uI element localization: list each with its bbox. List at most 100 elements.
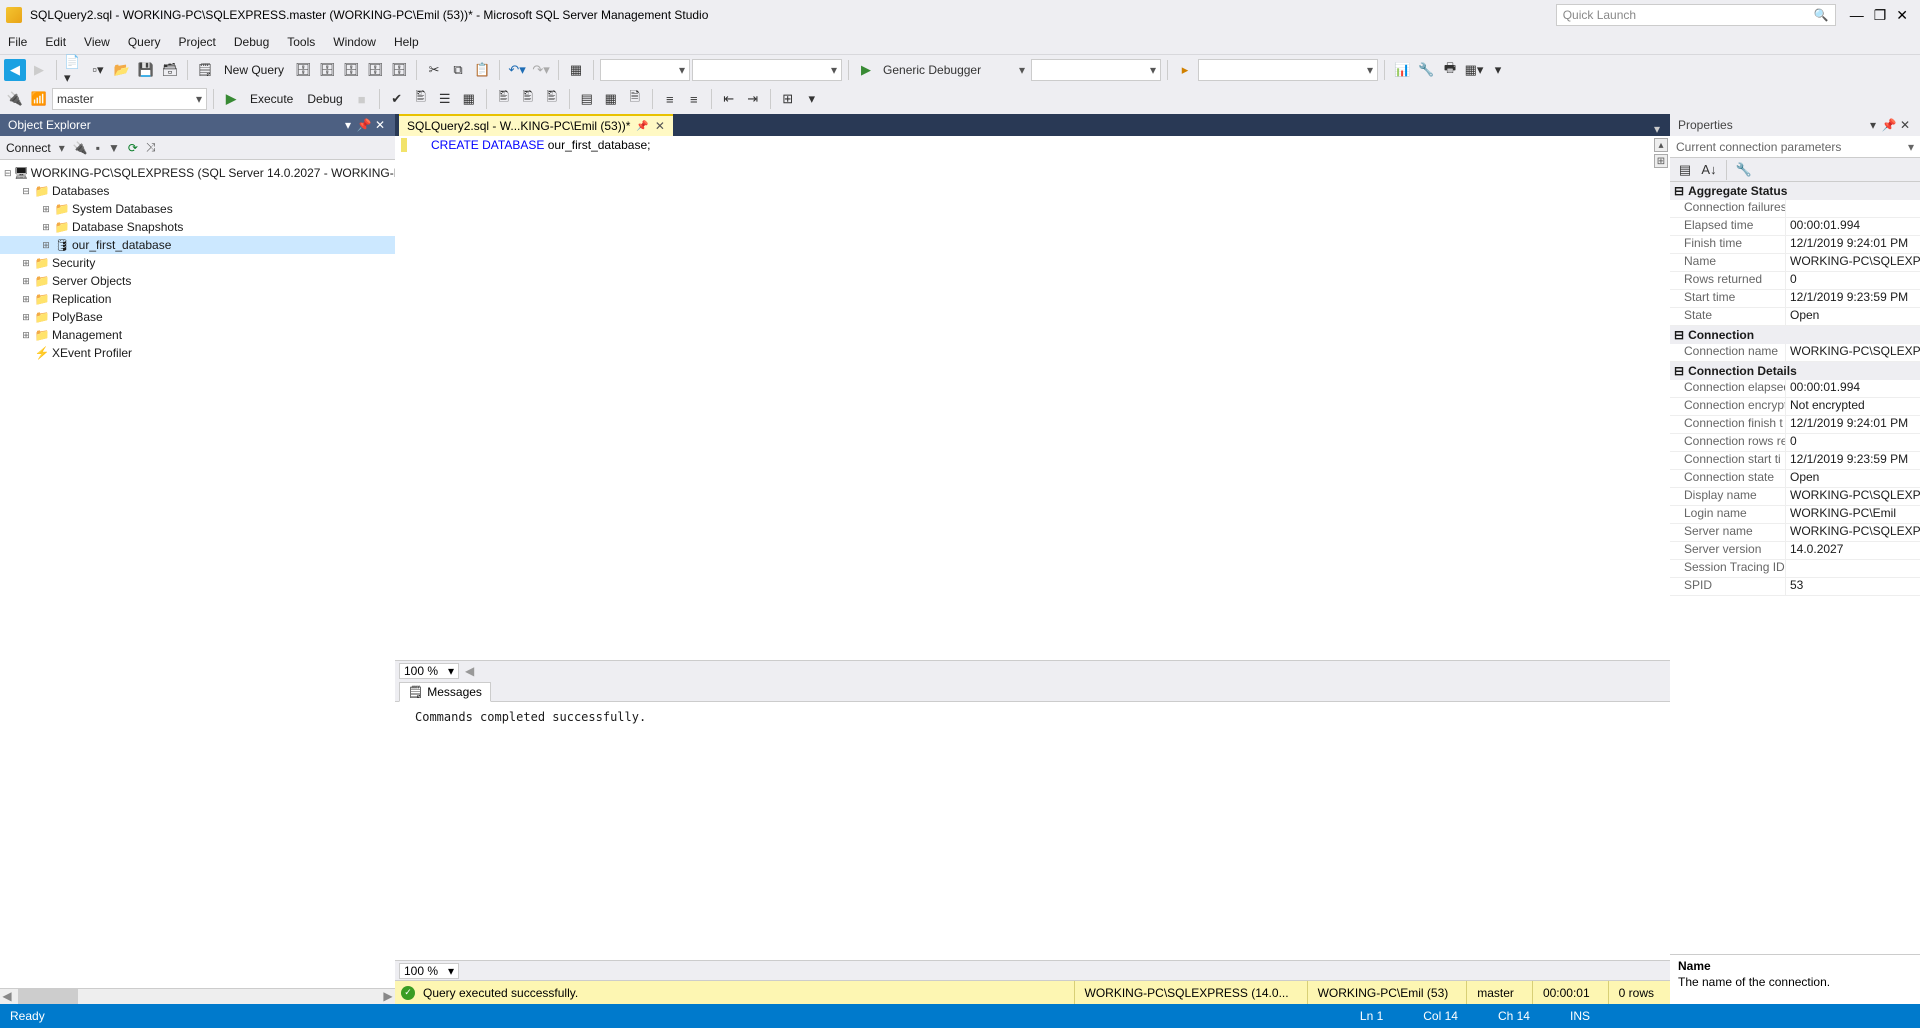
collapse-icon[interactable]: ⊟ (1674, 184, 1684, 198)
menu-tools[interactable]: Tools (287, 35, 315, 49)
db-engine-query-button[interactable]: 🗄 (292, 59, 314, 81)
activity-monitor-button[interactable]: 📊 (1391, 59, 1413, 81)
query-options-button[interactable]: ☰ (434, 88, 456, 110)
tree-xevent[interactable]: ⚡XEvent Profiler (0, 344, 395, 362)
nav-forward-button[interactable]: ▶ (28, 59, 50, 81)
split-up-icon[interactable]: ▴ (1654, 138, 1668, 152)
open-file-button[interactable]: 📂 (111, 59, 133, 81)
new-item-button[interactable]: ▫▾ (87, 59, 109, 81)
menu-edit[interactable]: Edit (45, 35, 66, 49)
tree-server[interactable]: ⊟🖥WORKING-PC\SQLEXPRESS (SQL Server 14.0… (0, 164, 395, 182)
messages-body[interactable]: Commands completed successfully. (395, 702, 1670, 960)
close-panel-icon[interactable]: ✕ (373, 118, 387, 132)
cancel-query-button[interactable]: ■ (351, 88, 373, 110)
uncomment-button[interactable]: ≡ (683, 88, 705, 110)
find-button[interactable]: ▸ (1174, 59, 1196, 81)
cut-button[interactable]: ✂ (423, 59, 445, 81)
document-tab[interactable]: SQLQuery2.sql - W...KING-PC\Emil (53))* … (399, 114, 673, 136)
pin-icon[interactable]: 📌 (1882, 118, 1896, 132)
connect-button[interactable]: Connect (6, 141, 51, 155)
menu-window[interactable]: Window (333, 35, 376, 49)
properties-grid[interactable]: ⊟Aggregate Status Connection failures El… (1670, 182, 1920, 954)
redo-button[interactable]: ↷▾ (530, 59, 552, 81)
tree-sysdb[interactable]: ⊞📁System Databases (0, 200, 395, 218)
menu-debug[interactable]: Debug (234, 35, 269, 49)
solution-config-combo[interactable]: ▾ (600, 59, 690, 81)
toolbar-overflow-button[interactable]: ▾ (801, 88, 823, 110)
new-query-button[interactable]: New Query (218, 59, 290, 81)
panel-menu-icon[interactable]: ▾ (341, 118, 355, 132)
debug-target-combo[interactable]: ▾ (1031, 59, 1161, 81)
tree-databases[interactable]: ⊟📁Databases (0, 182, 395, 200)
results-to-grid-button[interactable]: ▦ (600, 88, 622, 110)
new-project-button[interactable]: 📄▾ (63, 59, 85, 81)
tree-server-objects[interactable]: ⊞📁Server Objects (0, 272, 395, 290)
collapse-icon[interactable]: ⊟ (1674, 328, 1684, 342)
dmx-query-button[interactable]: 🗄 (364, 59, 386, 81)
sql-editor[interactable]: CREATE DATABASE our_first_database; ▴ ⊞ (395, 136, 1670, 660)
properties-header[interactable]: Properties ▾ 📌 ✕ (1670, 114, 1920, 136)
close-button[interactable]: ✕ (1896, 7, 1908, 24)
refresh-icon[interactable]: ⟳ (128, 141, 138, 155)
menu-view[interactable]: View (84, 35, 110, 49)
messages-zoom-combo[interactable]: 100 %▾ (399, 963, 459, 979)
tree-management[interactable]: ⊞📁Management (0, 326, 395, 344)
registered-servers-button[interactable]: 🔧 (1415, 59, 1437, 81)
solution-platform-combo[interactable]: ▾ (692, 59, 842, 81)
xmla-query-button[interactable]: 🗄 (388, 59, 410, 81)
nav-back-button[interactable]: ◀ (4, 59, 26, 81)
tree-snapshots[interactable]: ⊞📁Database Snapshots (0, 218, 395, 236)
object-explorer-button[interactable]: 🖶 (1439, 59, 1461, 81)
tree-our-database[interactable]: ⊞🛢our_first_database (0, 236, 395, 254)
increase-indent-button[interactable]: ⇥ (742, 88, 764, 110)
include-plan-button[interactable]: 🖺 (493, 88, 515, 110)
object-explorer-tree[interactable]: ⊟🖥WORKING-PC\SQLEXPRESS (SQL Server 14.0… (0, 160, 395, 988)
execute-button[interactable]: Execute (244, 88, 299, 110)
disconnect-icon[interactable]: 🔌 (73, 141, 88, 155)
mdx-query-button[interactable]: 🗄 (340, 59, 362, 81)
messages-tab[interactable]: 🗒 Messages (399, 682, 491, 702)
filter-icon[interactable]: ▼ (108, 141, 120, 155)
tree-replication[interactable]: ⊞📁Replication (0, 290, 395, 308)
quick-launch-input[interactable]: Quick Launch 🔍 (1556, 4, 1836, 26)
find-combo[interactable]: ▾ (1198, 59, 1378, 81)
object-explorer-hscroll[interactable]: ◀▶ (0, 988, 395, 1004)
close-tab-icon[interactable]: ✕ (655, 119, 665, 133)
include-stats-button[interactable]: 🖺 (517, 88, 539, 110)
overflow-button[interactable]: ▾ (1487, 59, 1509, 81)
template-explorer-button[interactable]: ▦▾ (1463, 59, 1485, 81)
tree-security[interactable]: ⊞📁Security (0, 254, 395, 272)
menu-project[interactable]: Project (179, 35, 216, 49)
save-all-button[interactable]: 🗃 (159, 59, 181, 81)
specify-values-button[interactable]: ⊞ (777, 88, 799, 110)
parse-button[interactable]: ✔ (386, 88, 408, 110)
tree-polybase[interactable]: ⊞📁PolyBase (0, 308, 395, 326)
split-down-icon[interactable]: ⊞ (1654, 154, 1668, 168)
pin-tab-icon[interactable]: 📌 (636, 121, 648, 132)
save-button[interactable]: 💾 (135, 59, 157, 81)
maximize-button[interactable]: ❐ (1874, 7, 1887, 24)
stop-icon[interactable]: ▪ (96, 141, 100, 155)
results-to-text-button[interactable]: ▤ (576, 88, 598, 110)
menu-help[interactable]: Help (394, 35, 419, 49)
paste-button[interactable]: 📋 (471, 59, 493, 81)
analysis-query-button[interactable]: 🗄 (316, 59, 338, 81)
debug-button[interactable]: Debug (301, 88, 348, 110)
alphabetical-button[interactable]: A↓ (1698, 159, 1720, 181)
decrease-indent-button[interactable]: ⇤ (718, 88, 740, 110)
intellisense-button[interactable]: ▦ (458, 88, 480, 110)
menu-query[interactable]: Query (128, 35, 161, 49)
properties-button[interactable]: ▦ (565, 59, 587, 81)
results-to-file-button[interactable]: 🗎 (624, 88, 646, 110)
object-explorer-header[interactable]: Object Explorer ▾ 📌 ✕ (0, 114, 395, 136)
change-connection-button[interactable]: 🔌 (4, 88, 26, 110)
properties-subject[interactable]: Current connection parameters ▾ (1670, 136, 1920, 158)
menu-file[interactable]: File (8, 35, 27, 49)
pin-icon[interactable]: 📌 (357, 118, 371, 132)
undo-button[interactable]: ↶▾ (506, 59, 528, 81)
database-combo[interactable]: master▾ (52, 88, 207, 110)
debugger-combo[interactable]: Generic Debugger▾ (879, 59, 1029, 81)
close-panel-icon[interactable]: ✕ (1898, 118, 1912, 132)
include-client-stats-button[interactable]: 🖺 (541, 88, 563, 110)
comment-button[interactable]: ≡ (659, 88, 681, 110)
